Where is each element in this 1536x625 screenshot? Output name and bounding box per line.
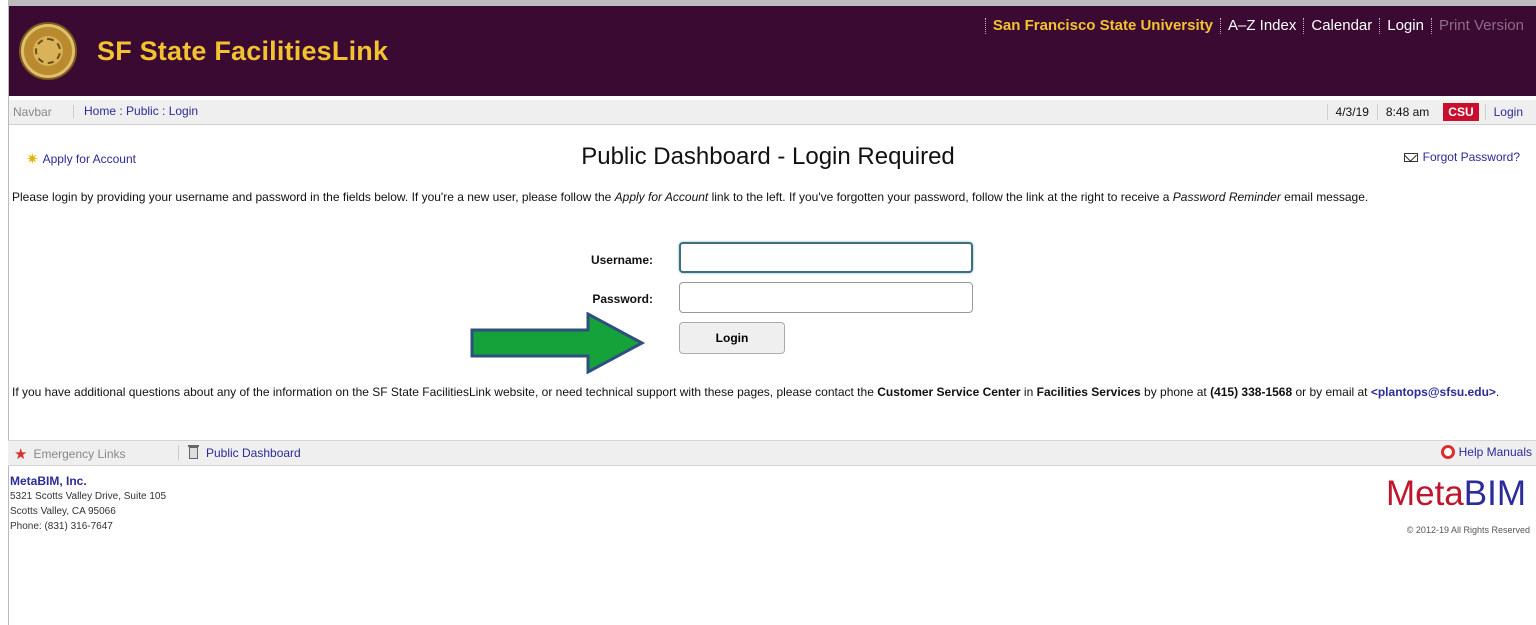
contact-services: Facilities Services [1036, 385, 1141, 399]
apply-for-account-link[interactable]: ✷ Apply for Account [26, 150, 136, 168]
navbar-date: 4/3/19 [1326, 104, 1377, 120]
page-title: Public Dashboard - Login Required [581, 143, 955, 170]
navbar-right: 4/3/19 8:48 am CSU Login [1326, 103, 1531, 121]
help-manuals-link[interactable]: Help Manuals [1440, 445, 1532, 459]
forgot-password-link[interactable]: Forgot Password? [1403, 150, 1520, 164]
arrow-icon [470, 312, 646, 374]
copyright: © 2012-19 All Rights Reserved [1406, 525, 1530, 535]
lifebuoy-icon [1440, 445, 1455, 459]
password-label: Password: [592, 292, 653, 306]
emergency-links[interactable]: ★ Emergency Links [14, 445, 126, 463]
contact-center: Customer Service Center [877, 385, 1021, 399]
intro-text: Please login by providing your username … [12, 190, 1512, 205]
vendor-info: MetaBIM, Inc. 5321 Scotts Valley Drive, … [10, 474, 166, 534]
apply-link-label[interactable]: Apply for Account [43, 152, 136, 166]
forgot-link-label[interactable]: Forgot Password? [1423, 150, 1520, 164]
username-label: Username: [590, 253, 653, 267]
username-field[interactable] [679, 242, 973, 273]
navbar-label: Navbar [13, 105, 52, 119]
link-sfsu[interactable]: San Francisco State University [984, 18, 1220, 34]
site-header: SF State FacilitiesLink San Francisco St… [9, 0, 1536, 96]
vendor-address-1: 5321 Scotts Valley Drive, Suite 105 [10, 491, 167, 502]
intro-part2: link to the left. If you've forgotten yo… [708, 190, 1173, 204]
intro-part3: email message. [1280, 190, 1369, 204]
university-seal-icon [19, 22, 77, 80]
vendor-phone: Phone: (831) 316-7647 [10, 521, 113, 532]
password-field[interactable] [679, 282, 973, 313]
breadcrumb[interactable]: Home : Public : Login [73, 105, 198, 118]
intro-reminder: Password Reminder [1172, 190, 1281, 204]
vendor-name[interactable]: MetaBIM, Inc. [10, 474, 166, 489]
contact-part5: . [1495, 385, 1500, 399]
emergency-label[interactable]: Emergency Links [33, 447, 125, 461]
contact-email-link[interactable]: <plantops@sfsu.edu> [1371, 385, 1496, 399]
csu-badge[interactable]: CSU [1443, 103, 1479, 121]
contact-part2: in [1020, 385, 1037, 399]
logo-bim: BIM [1463, 474, 1526, 513]
navbar: Navbar Home : Public : Login 4/3/19 8:48… [9, 100, 1536, 125]
contact-text: If you have additional questions about a… [12, 385, 1512, 400]
contact-part3: by phone at [1140, 385, 1211, 399]
contact-part4: or by email at [1292, 385, 1371, 399]
trash-icon [188, 444, 199, 459]
mail-icon [1403, 152, 1418, 162]
help-label[interactable]: Help Manuals [1459, 445, 1532, 459]
site-title[interactable]: SF State FacilitiesLink [97, 36, 388, 67]
login-button[interactable]: Login [679, 322, 785, 354]
logo-meta: Meta [1385, 474, 1464, 513]
navbar-login-link[interactable]: Login [1484, 104, 1531, 120]
contact-phone: (415) 338-1568 [1210, 385, 1293, 399]
link-az-index[interactable]: A–Z Index [1220, 18, 1303, 34]
navbar-time: 8:48 am [1376, 104, 1437, 120]
metabim-logo[interactable]: MetaBIM [1386, 474, 1526, 514]
star-icon: ✷ [26, 151, 39, 168]
intro-apply: Apply for Account [614, 190, 709, 204]
public-dashboard-link[interactable]: Public Dashboard [178, 444, 301, 460]
footer-bar: ★ Emergency Links Public Dashboard Help … [8, 440, 1536, 466]
link-login[interactable]: Login [1379, 18, 1431, 34]
public-dashboard-label[interactable]: Public Dashboard [206, 446, 301, 460]
contact-part1: If you have additional questions about a… [12, 385, 878, 399]
link-calendar[interactable]: Calendar [1303, 18, 1379, 34]
link-print-version[interactable]: Print Version [1430, 18, 1531, 34]
intro-part1: Please login by providing your username … [12, 190, 615, 204]
top-links: San Francisco State University A–Z Index… [984, 18, 1531, 34]
emergency-icon: ★ [14, 446, 28, 463]
vendor-address-2: Scotts Valley, CA 95066 [10, 506, 116, 517]
